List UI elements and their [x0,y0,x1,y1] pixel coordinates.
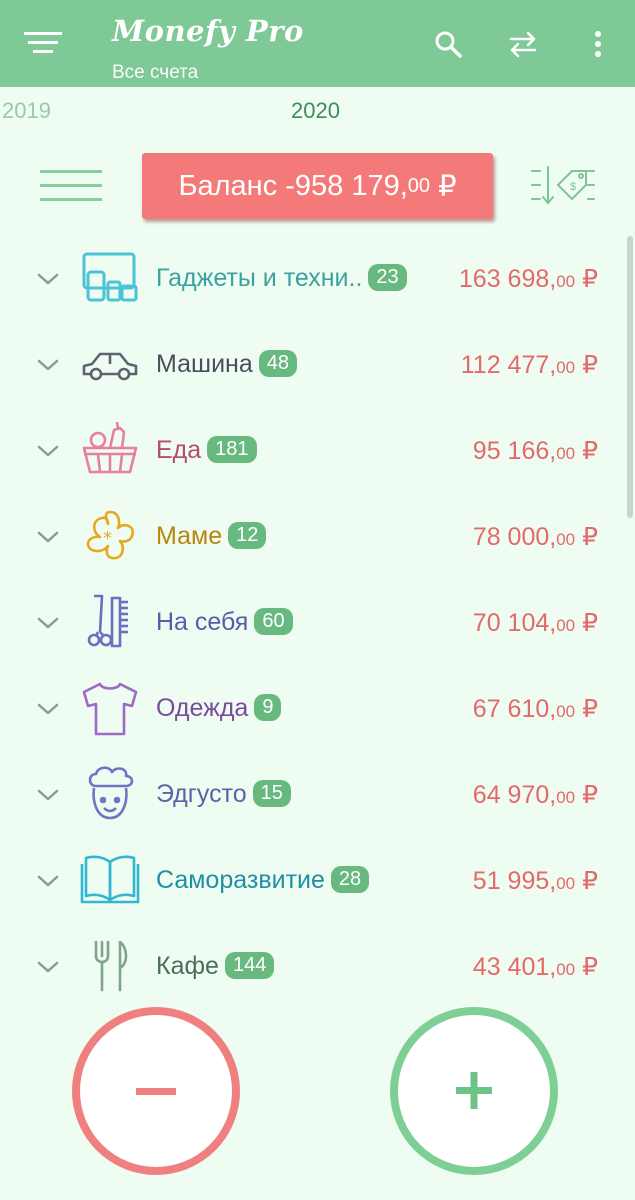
accounts-list-icon[interactable] [40,168,102,204]
category-row[interactable]: Кафе 144 43 401,00 ₽ [0,924,615,996]
balance-cents: 00 [407,174,431,197]
category-name: Кафе 144 [156,952,275,981]
category-row[interactable]: Гаджеты и техни.. 23 163 698,00 ₽ [0,236,615,322]
car-icon [82,352,138,381]
chevron-down-icon[interactable] [37,960,59,974]
gadgets-icon [82,252,138,302]
more-options-icon[interactable] [582,28,614,60]
transaction-count-badge: 60 [254,608,293,635]
chevron-down-icon[interactable] [37,702,59,716]
category-name: Гаджеты и техни.. 23 [156,264,407,293]
year-current[interactable]: 2020 [291,98,340,124]
chevron-down-icon[interactable] [37,272,59,286]
category-amount: 78 000,00 ₽ [472,523,598,551]
search-icon[interactable] [432,28,464,60]
scrollbar[interactable] [627,236,633,518]
chevron-down-icon[interactable] [37,616,59,630]
app-title: Monefy Pro [112,14,304,48]
app-bar: Monefy Pro Все счета [0,0,635,87]
category-row[interactable]: * Маме 12 78 000,00 ₽ [0,494,615,580]
price-tag-sort-icon[interactable]: $ [530,163,596,207]
transaction-count-badge: 181 [207,436,257,463]
chevron-down-icon[interactable] [37,874,59,888]
category-row[interactable]: Саморазвитие 28 51 995,00 ₽ [0,838,615,924]
category-name: На себя 60 [156,608,293,637]
category-row[interactable]: На себя 60 70 104,00 ₽ [0,580,615,666]
plus-icon [456,1072,492,1109]
balance-label: Баланс [178,169,278,202]
category-row[interactable]: Эдгусто 15 64 970,00 ₽ [0,752,615,838]
transaction-count-badge: 15 [252,780,291,807]
category-name: Еда 181 [156,436,257,465]
flower-icon: * [86,510,135,560]
transaction-count-badge: 9 [254,694,282,721]
category-name: Машина 48 [156,350,297,379]
transaction-count-badge: 23 [368,264,407,291]
filter-menu-icon[interactable] [24,30,64,56]
year-previous[interactable]: 2019 [2,98,51,124]
food-basket-icon [82,421,138,474]
category-amount: 112 477,00 ₽ [460,351,598,379]
category-amount: 70 104,00 ₽ [472,609,598,637]
chevron-down-icon[interactable] [37,788,59,802]
svg-text:*: * [103,528,112,549]
book-icon [80,855,140,904]
scissors-comb-icon [87,594,128,648]
category-name: Одежда 9 [156,694,282,723]
transfer-icon[interactable] [507,28,539,60]
add-expense-button[interactable] [72,1007,240,1175]
chef-icon [88,766,134,820]
tshirt-icon [82,682,138,736]
transaction-count-badge: 48 [258,350,297,377]
balance-amount: -958 179, [285,169,408,202]
add-income-button[interactable] [390,1007,558,1175]
category-amount: 163 698,00 ₽ [458,265,598,293]
transaction-count-badge: 28 [330,866,370,893]
category-amount: 51 995,00 ₽ [472,867,598,895]
category-name: Эдгусто 15 [156,780,291,809]
minus-icon [136,1088,176,1095]
svg-text:$: $ [570,181,576,193]
chevron-down-icon[interactable] [37,444,59,458]
year-selector: 2019 2020 [0,98,635,128]
category-name: Саморазвитие 28 [156,866,370,895]
chevron-down-icon[interactable] [37,358,59,372]
category-amount: 67 610,00 ₽ [472,695,598,723]
category-name: Маме 12 [156,522,267,551]
balance-button[interactable]: Баланс -958 179, 00 ₽ [142,153,493,219]
fork-knife-icon [94,940,128,992]
account-selector[interactable]: Все счета [112,62,198,84]
category-amount: 64 970,00 ₽ [472,781,598,809]
balance-currency: ₽ [438,170,457,203]
transaction-count-badge: 144 [224,952,275,979]
category-amount: 43 401,00 ₽ [472,953,598,981]
category-row[interactable]: Одежда 9 67 610,00 ₽ [0,666,615,752]
transaction-count-badge: 12 [228,522,267,549]
chevron-down-icon[interactable] [37,530,59,544]
category-row[interactable]: Еда 181 95 166,00 ₽ [0,408,615,494]
category-list: Гаджеты и техни.. 23 163 698,00 ₽ Машина 4… [0,236,635,996]
category-row[interactable]: Машина 48 112 477,00 ₽ [0,322,615,408]
category-amount: 95 166,00 ₽ [472,437,598,465]
